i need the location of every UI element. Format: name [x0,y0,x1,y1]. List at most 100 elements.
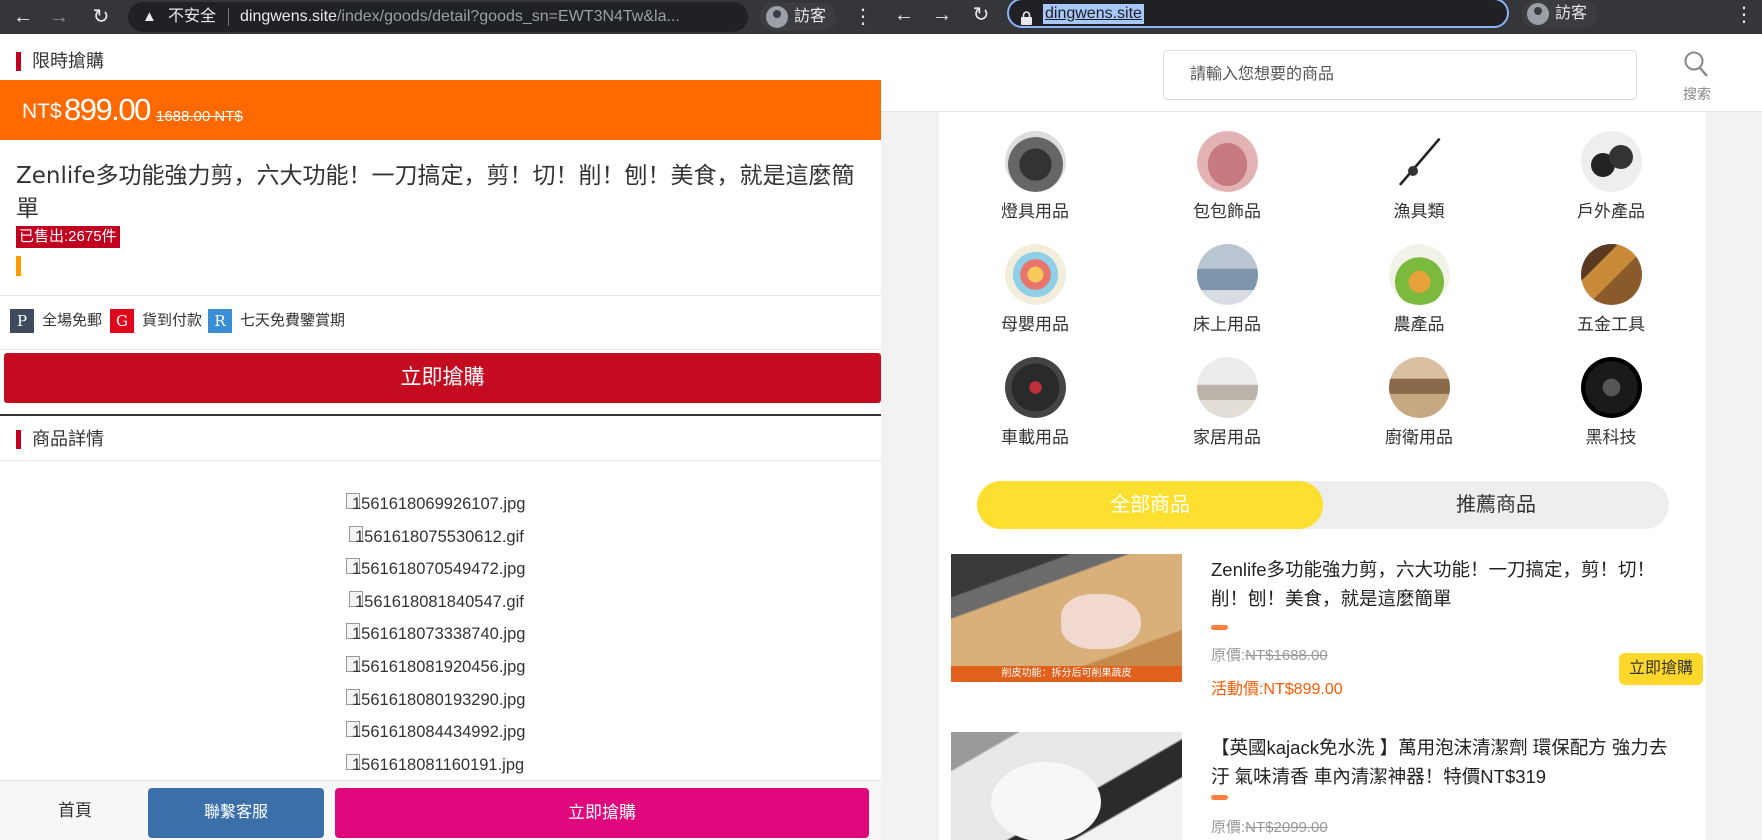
category-label: 戶外產品 [1577,202,1645,221]
accent-dash [1211,625,1228,630]
tab-recommended[interactable]: 推薦商品 [1323,481,1669,529]
feature-seven-day-trial: R 七天免費鑒賞期 [208,309,345,333]
category-label: 家居用品 [1193,428,1261,447]
product-image: 削皮功能：拆分后可削果蔬皮 [951,554,1182,682]
product-image-caption: 削皮功能：拆分后可削果蔬皮 [951,666,1182,682]
divider [0,295,881,296]
image-alt-text: 1561618081160191.jpg [352,755,525,774]
vegetables-icon [1388,244,1450,305]
browser-toolbar: ← → ↻ dingwens.site 訪客 ⋮ [881,0,1762,34]
buy-now-button[interactable]: 立即搶購 [4,353,881,403]
broken-image: 1561618084434992.jpg [0,720,881,753]
category-label: 廚衛用品 [1385,428,1453,447]
product-buy-button[interactable]: 立即搶購 [1619,653,1703,685]
accent-mark [16,256,21,276]
kitchen-icon [1388,357,1450,418]
profile-label: 訪客 [794,8,827,25]
category-black-tech[interactable]: 黑科技 [1515,357,1707,448]
back-icon[interactable]: ← [889,0,919,32]
url-text: dingwens.site [1043,4,1144,24]
search-input[interactable]: 請輸入您想要的商品 [1163,50,1637,100]
flash-sale-heading: 限時搶購 [0,39,881,83]
category-label: 包包飾品 [1193,202,1261,221]
product-detail-pane: ← → ↻ ▲ 不安全 dingwens.site/index/goods/de… [0,0,881,840]
feature-cash-on-delivery: G 貨到付款 [110,309,202,333]
tab-all-products[interactable]: 全部商品 [977,481,1323,529]
browser-toolbar: ← → ↻ ▲ 不安全 dingwens.site/index/goods/de… [0,0,881,34]
sold-count-badge: 已售出:2675件 [16,226,120,248]
feature-label: 全場免郵 [42,312,103,329]
image-alt-text: 1561618084434992.jpg [352,723,526,742]
forward-icon[interactable]: → [44,0,74,34]
sale-price: 899.00 [64,92,151,127]
broken-image: 1561618073338740.jpg [0,622,881,655]
category-outdoor[interactable]: 戶外產品 [1515,131,1707,222]
product-card[interactable]: 削皮功能：拆分后可削果蔬皮 Zenlife多功能強力剪，六大功能！一刀搞定，剪！… [939,543,1706,710]
reload-icon[interactable]: ↻ [86,0,116,34]
price-bar: NT$ 899.00 1688.00 NT$ [0,80,881,140]
profile-button[interactable]: 訪客 [1521,0,1598,28]
product-title: Zenlife多功能強力剪，六大功能！一刀搞定，剪！切！削！刨！美食，就是這麼簡… [16,163,855,222]
category-home[interactable]: 家居用品 [1131,357,1323,448]
lock-icon-svg [1021,11,1032,25]
category-hardware[interactable]: 五金工具 [1515,244,1707,335]
warning-icon: ▲ [142,8,157,25]
broken-image: 1561618069926107.jpg [0,492,881,525]
hand-shape [1061,594,1141,649]
address-bar[interactable]: ▲ 不安全 dingwens.site/index/goods/detail?g… [128,2,748,32]
product-title: 【英國kajack免水洗 】萬用泡沫清潔劑 環保配方 強力去汙 氣味清香 車內清… [1211,737,1668,787]
url-path: /index/goods/detail?goods_sn=EWT3N4Tw&la… [336,8,680,25]
bedding-icon [1196,244,1258,305]
profile-button[interactable]: 訪客 [760,3,837,31]
detail-image-list: 1561618069926107.jpg 1561618075530612.gi… [0,492,881,785]
feature-label: 七天免費鑒賞期 [240,312,346,329]
original-price: 原價:NT$1688.00 [1211,644,1328,665]
search-header: 請輸入您想要的商品 搜索 [881,34,1762,112]
fishing-rod-svg [1397,136,1442,187]
category-lighting[interactable]: 燈具用品 [939,131,1131,222]
broken-image: 1561618081840547.gif [0,590,881,623]
category-label: 漁具類 [1393,202,1445,221]
category-kitchen-bath[interactable]: 廚衛用品 [1323,357,1515,448]
broken-image: 1561618080193290.jpg [0,688,881,721]
category-car[interactable]: 車載用品 [939,357,1131,448]
category-label: 黑科技 [1585,428,1637,447]
category-bedding[interactable]: 床上用品 [1131,244,1323,335]
search-icon [1684,51,1708,77]
fishing-rod-icon [1388,131,1450,192]
category-label: 床上用品 [1193,315,1261,334]
forward-icon[interactable]: → [927,0,957,32]
menu-icon[interactable]: ⋮ [853,0,873,34]
category-baby[interactable]: 母嬰用品 [939,244,1131,335]
car-interior-icon [1004,357,1066,418]
category-label: 燈具用品 [1001,202,1069,221]
contact-service-button[interactable]: 聯繫客服 [148,788,324,838]
price-unit: NT$ [22,100,62,123]
image-alt-text: 1561618075530612.gif [355,527,524,546]
p-badge-icon: P [10,309,34,333]
guest-avatar-icon [766,6,788,28]
product-card[interactable]: 【英國kajack免水洗 】萬用泡沫清潔劑 環保配方 強力去汙 氣味清香 車內清… [939,721,1706,840]
image-alt-text: 1561618080193290.jpg [352,690,526,709]
bottom-buy-now-button[interactable]: 立即搶購 [335,788,869,838]
g-badge-icon: G [110,309,134,333]
menu-icon[interactable]: ⋮ [1734,0,1754,32]
category-label: 車載用品 [1001,428,1069,447]
address-bar[interactable]: dingwens.site [1007,0,1509,28]
category-label: 農產品 [1393,315,1445,334]
broken-image: 1561618070549472.jpg [0,557,881,590]
category-bags[interactable]: 包包飾品 [1131,131,1323,222]
divider [0,414,881,416]
original-price: 1688.00 NT$ [156,108,243,125]
category-farm-products[interactable]: 農產品 [1323,244,1515,335]
reload-icon[interactable]: ↻ [966,0,996,32]
search-button[interactable]: 搜索 [1673,44,1721,106]
category-label: 母嬰用品 [1001,315,1069,334]
category-fishing[interactable]: 漁具類 [1323,131,1515,222]
home-link[interactable]: 首頁 [0,781,150,840]
url-host: dingwens.site [240,8,337,25]
original-price-value: NT$1688.00 [1245,647,1328,664]
activity-price: 活動價:NT$899.00 [1211,675,1343,699]
back-icon[interactable]: ← [8,0,38,34]
product-image [951,732,1182,840]
